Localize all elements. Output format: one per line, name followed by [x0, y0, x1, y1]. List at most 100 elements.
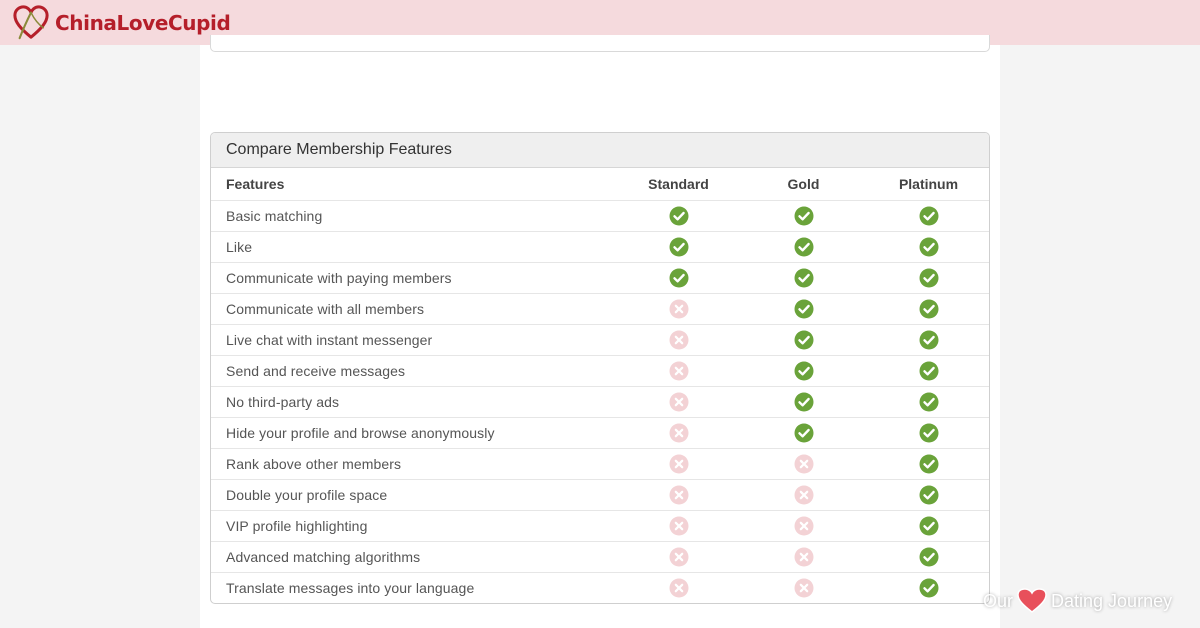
table-row: Live chat with instant messenger — [211, 324, 989, 356]
cell-standard — [616, 293, 741, 325]
feature-name: No third-party ads — [211, 386, 616, 418]
table-row: VIP profile highlighting — [211, 510, 989, 542]
table-row: Hide your profile and browse anonymously — [211, 417, 989, 449]
cell-gold — [741, 262, 866, 294]
brand-name[interactable]: ChinaLoveCupid — [55, 11, 231, 35]
check-circle-icon — [919, 206, 939, 225]
cell-standard — [616, 386, 741, 418]
page-content: Compare Membership Features Features Sta… — [200, 35, 1000, 628]
cell-gold — [741, 572, 866, 603]
cell-standard — [616, 262, 741, 294]
x-circle-icon — [669, 516, 689, 535]
table-row: No third-party ads — [211, 386, 989, 418]
check-circle-icon — [919, 299, 939, 318]
cell-platinum — [866, 324, 989, 356]
cell-gold — [741, 293, 866, 325]
check-circle-icon — [919, 268, 939, 287]
cell-platinum — [866, 355, 989, 387]
check-circle-icon — [794, 423, 814, 442]
feature-name: Live chat with instant messenger — [211, 324, 616, 356]
cell-gold — [741, 324, 866, 356]
feature-name: VIP profile highlighting — [211, 510, 616, 542]
table-row: Communicate with paying members — [211, 262, 989, 294]
cell-standard — [616, 448, 741, 480]
x-circle-icon — [669, 423, 689, 442]
cell-gold — [741, 510, 866, 542]
check-circle-icon — [919, 392, 939, 411]
x-circle-icon — [669, 392, 689, 411]
feature-name: Like — [211, 231, 616, 263]
cell-standard — [616, 355, 741, 387]
check-circle-icon — [794, 237, 814, 256]
x-circle-icon — [669, 547, 689, 566]
cell-gold — [741, 355, 866, 387]
cell-standard — [616, 417, 741, 449]
watermark-left-text: Our — [983, 590, 1014, 611]
heart-icon — [1017, 588, 1047, 613]
cell-platinum — [866, 541, 989, 573]
feature-name: Communicate with paying members — [211, 262, 616, 294]
cell-platinum — [866, 572, 989, 603]
x-circle-icon — [669, 454, 689, 473]
check-circle-icon — [919, 547, 939, 566]
x-circle-icon — [669, 361, 689, 380]
cell-platinum — [866, 510, 989, 542]
check-circle-icon — [919, 485, 939, 504]
check-circle-icon — [794, 299, 814, 318]
cell-platinum — [866, 479, 989, 511]
cell-platinum — [866, 262, 989, 294]
feature-name: Send and receive messages — [211, 355, 616, 387]
feature-name: Double your profile space — [211, 479, 616, 511]
feature-name: Communicate with all members — [211, 293, 616, 325]
cell-standard — [616, 510, 741, 542]
check-circle-icon — [669, 206, 689, 225]
cell-standard — [616, 231, 741, 263]
table-row: Translate messages into your language — [211, 572, 989, 603]
column-header-features: Features — [211, 168, 616, 201]
column-header-gold: Gold — [741, 168, 866, 201]
cell-platinum — [866, 293, 989, 325]
cell-gold — [741, 231, 866, 263]
cell-gold — [741, 200, 866, 232]
cell-gold — [741, 541, 866, 573]
cell-gold — [741, 386, 866, 418]
panel-title: Compare Membership Features — [211, 133, 989, 168]
check-circle-icon — [919, 330, 939, 349]
check-circle-icon — [919, 578, 939, 598]
features-table: Features Standard Gold Platinum Basic ma… — [211, 168, 989, 603]
x-circle-icon — [669, 578, 689, 598]
check-circle-icon — [919, 454, 939, 473]
feature-name: Hide your profile and browse anonymously — [211, 417, 616, 449]
cell-platinum — [866, 386, 989, 418]
check-circle-icon — [794, 392, 814, 411]
table-row: Rank above other members — [211, 448, 989, 480]
table-row: Like — [211, 231, 989, 263]
table-row: Basic matching — [211, 200, 989, 232]
table-row: Advanced matching algorithms — [211, 541, 989, 573]
cell-standard — [616, 324, 741, 356]
x-circle-icon — [669, 299, 689, 318]
check-circle-icon — [794, 361, 814, 380]
feature-name: Advanced matching algorithms — [211, 541, 616, 573]
column-header-platinum: Platinum — [866, 168, 989, 201]
column-header-standard: Standard — [616, 168, 741, 201]
watermark-right-text: Dating Journey — [1051, 590, 1173, 611]
previous-panel-bottom — [210, 35, 990, 52]
check-circle-icon — [919, 237, 939, 256]
table-row: Communicate with all members — [211, 293, 989, 325]
check-circle-icon — [919, 516, 939, 535]
x-circle-icon — [794, 454, 814, 473]
cell-platinum — [866, 200, 989, 232]
cell-platinum — [866, 231, 989, 263]
cell-platinum — [866, 448, 989, 480]
table-header-row: Features Standard Gold Platinum — [211, 168, 989, 201]
feature-name: Basic matching — [211, 200, 616, 232]
x-circle-icon — [669, 485, 689, 504]
check-circle-icon — [919, 423, 939, 442]
feature-name: Translate messages into your language — [226, 579, 475, 596]
cell-gold — [741, 448, 866, 480]
check-circle-icon — [794, 206, 814, 225]
heart-logo-icon[interactable] — [12, 4, 50, 41]
table-row: Double your profile space — [211, 479, 989, 511]
cell-standard — [616, 479, 741, 511]
